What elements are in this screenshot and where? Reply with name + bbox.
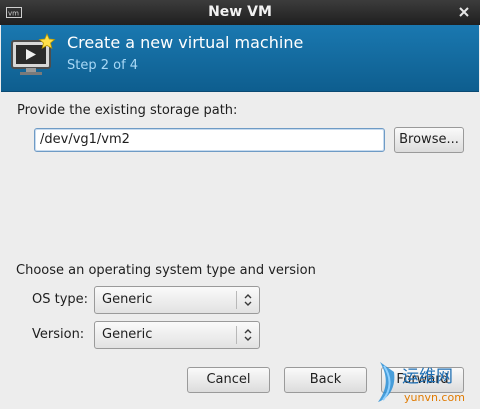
watermark-logo: 运维网 yunvn.com (378, 362, 465, 404)
close-icon[interactable] (456, 4, 472, 20)
wizard-title: Create a new virtual machine (67, 33, 304, 52)
os-type-label: OS type: (32, 292, 89, 307)
window-title: New VM (208, 4, 272, 20)
browse-button[interactable]: Browse... (394, 127, 464, 153)
storage-path-input[interactable]: /dev/vg1/vm2 (34, 128, 385, 152)
cancel-button[interactable]: Cancel (187, 367, 270, 393)
os-type-value: Generic (102, 292, 153, 307)
os-type-select[interactable]: Generic (94, 286, 260, 314)
wizard-header: Create a new virtual machine Step 2 of 4 (1, 25, 479, 92)
wizard-step: Step 2 of 4 (67, 58, 139, 73)
virtual-machine-icon (11, 33, 56, 75)
up-down-arrow-icon (244, 329, 252, 341)
watermark-url-text: yunvn.com (404, 391, 465, 404)
up-down-arrow-icon (244, 294, 252, 306)
watermark-cn-text: 运维网 (402, 367, 453, 387)
os-version-select[interactable]: Generic (94, 321, 260, 349)
os-version-label: Version: (32, 327, 85, 342)
os-prompt: Choose an operating system type and vers… (16, 263, 316, 278)
combo-separator (236, 326, 237, 344)
title-bar: vm New VM (0, 0, 480, 25)
storage-prompt: Provide the existing storage path: (17, 103, 238, 118)
os-version-value: Generic (102, 327, 153, 342)
back-button[interactable]: Back (284, 367, 367, 393)
combo-separator (236, 291, 237, 309)
